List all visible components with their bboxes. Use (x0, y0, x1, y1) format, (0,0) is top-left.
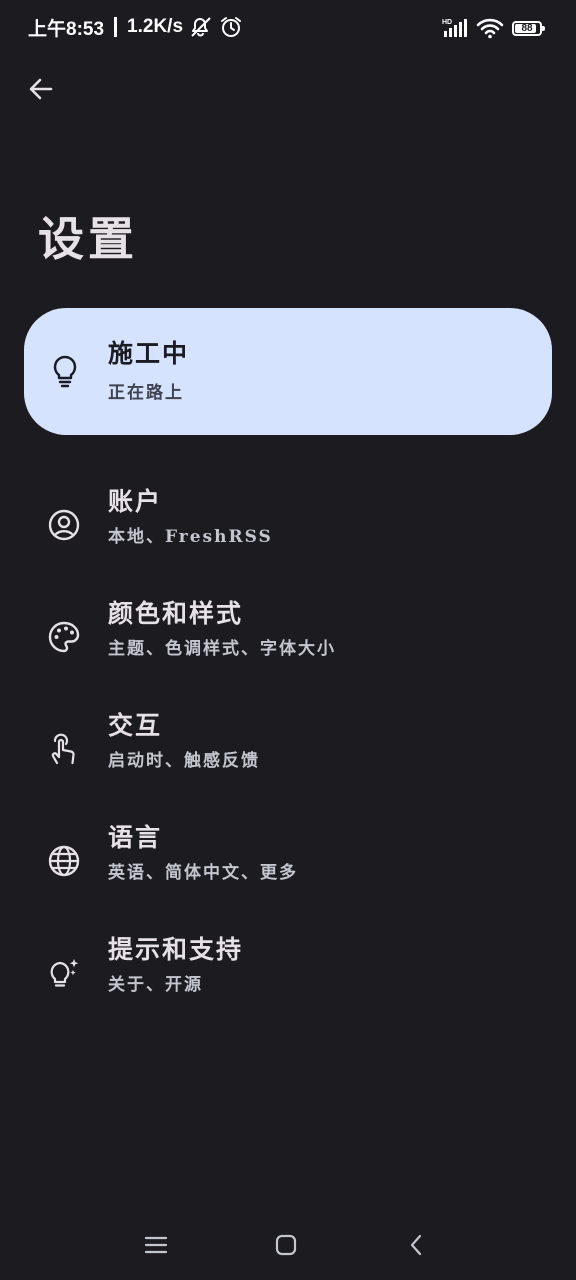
home-button[interactable] (266, 1228, 306, 1262)
back-button[interactable] (18, 66, 64, 112)
settings-item-interaction[interactable]: 交互 启动时、触感反馈 (24, 711, 552, 812)
wifi-icon (476, 18, 504, 39)
account-circle-icon (48, 509, 80, 541)
highlight-card[interactable]: 施工中 正在路上 (24, 308, 552, 435)
settings-item-title: 交互 (108, 711, 163, 740)
status-right: HD 88 (442, 16, 545, 40)
globe-icon (48, 845, 80, 877)
touch-icon (51, 733, 75, 765)
alarm-icon (221, 17, 242, 37)
page-title: 设置 (38, 212, 138, 266)
palette-icon (48, 621, 80, 653)
system-nav-bar (0, 1210, 576, 1280)
nav-back-button[interactable] (396, 1228, 436, 1262)
settings-item-account[interactable]: 账户 本地、FreshRSS (24, 487, 552, 588)
svg-text:HD: HD (442, 19, 452, 26)
arrow-back-icon (29, 78, 53, 100)
settings-item-description: 本地、FreshRSS (108, 527, 273, 547)
status-bar: 上午8:53 1.2K/s HD 88 (0, 0, 576, 56)
cellular-signal-icon: HD (442, 19, 467, 37)
lightbulb-icon (53, 355, 77, 388)
settings-item-description: 启动时、触感反馈 (108, 751, 260, 771)
settings-item-title: 颜色和样式 (108, 599, 244, 628)
menu-icon (145, 1236, 167, 1254)
settings-item-title: 提示和支持 (108, 935, 244, 964)
settings-page: 上午8:53 1.2K/s HD 88 设置 施工中 正在路上 账户 本地、Fr… (0, 0, 576, 1280)
settings-item-description: 关于、开源 (108, 975, 203, 995)
status-left: 上午8:53 1.2K/s (28, 14, 243, 40)
settings-item-description: 英语、简体中文、更多 (108, 863, 298, 883)
settings-item-colors[interactable]: 颜色和样式 主题、色调样式、字体大小 (24, 599, 552, 700)
home-icon (275, 1234, 297, 1256)
recent-apps-button[interactable] (136, 1228, 176, 1262)
status-time: 上午8:53 (28, 18, 105, 40)
settings-item-description: 主题、色调样式、字体大小 (108, 639, 336, 659)
tips-icon (50, 959, 79, 987)
settings-item-tips[interactable]: 提示和支持 关于、开源 (24, 935, 552, 1036)
back-icon (410, 1234, 422, 1256)
battery-level: 88 (521, 22, 533, 34)
mute-icon (191, 17, 211, 37)
settings-item-title: 语言 (108, 823, 163, 852)
status-net-speed: 1.2K/s (127, 16, 184, 37)
settings-item-language[interactable]: 语言 英语、简体中文、更多 (24, 823, 552, 924)
settings-item-title: 账户 (108, 487, 163, 516)
battery-icon: 88 (512, 20, 545, 36)
highlight-title: 施工中 (108, 339, 190, 368)
highlight-description: 正在路上 (108, 383, 184, 403)
status-separator (114, 17, 118, 37)
